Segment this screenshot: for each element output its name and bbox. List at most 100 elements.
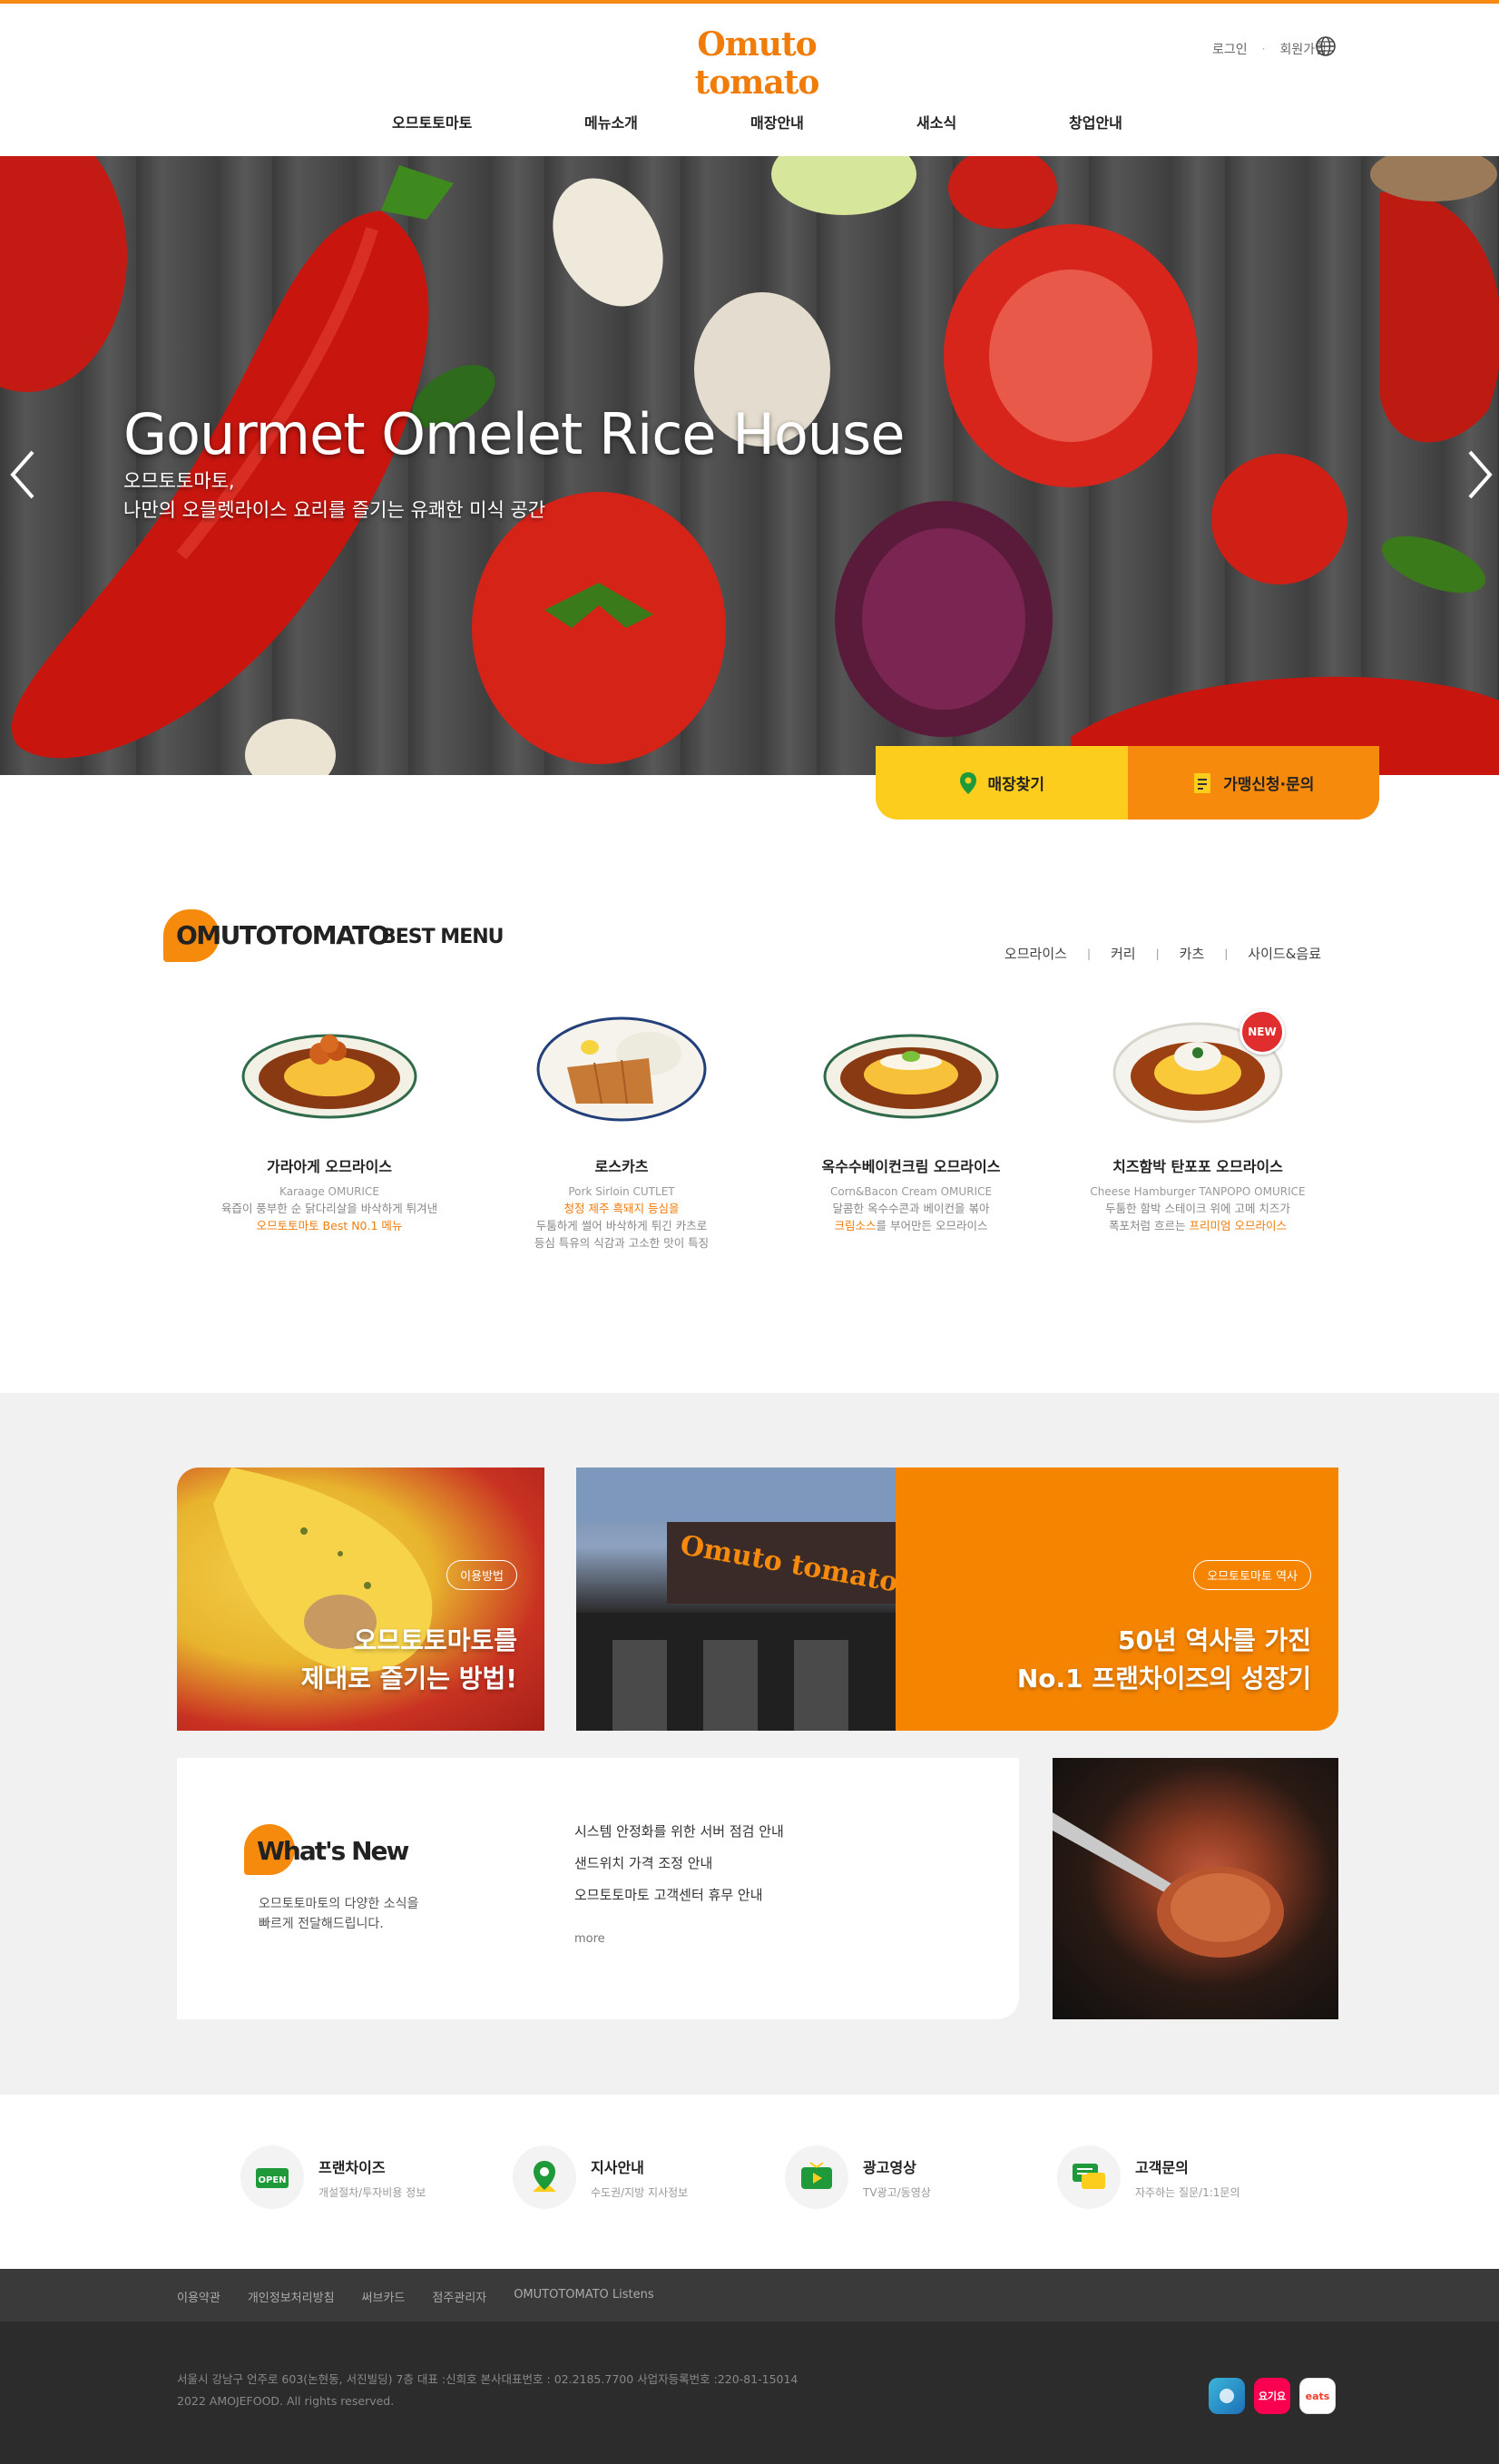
footer-link-listens[interactable]: OMUTOTOMATO Listens xyxy=(514,2288,653,2305)
menu-desc-line: 등심 특유의 식감과 고소한 맛이 특징 xyxy=(534,1236,710,1250)
menu-desc-text: 폭포처럼 흐르는 xyxy=(1109,1219,1190,1232)
whats-new-desc-line1: 오므토토마토의 다양한 소식을 xyxy=(259,1897,419,1911)
service-subtitle: 수도권/지방 지사정보 xyxy=(591,2185,689,2199)
whats-new-title: What's New xyxy=(257,1836,409,1866)
store-finder-button[interactable]: 매장찾기 xyxy=(876,746,1128,820)
main-nav: 오므토토마토 메뉴소개 매장안내 새소식 창업안내 xyxy=(0,111,1499,138)
tab-katsu[interactable]: 카츠 xyxy=(1180,944,1205,963)
hero-banner: Gourmet Omelet Rice House 오므토토마토, 나만의 오믈… xyxy=(0,156,1499,775)
best-menu-tabs: 오므라이스 | 커리 | 카츠 | 사이드&음료 xyxy=(1004,944,1321,963)
next-arrow-icon[interactable] xyxy=(1461,443,1497,506)
yogiyo-app-icon[interactable]: 요기요 xyxy=(1254,2378,1290,2414)
svg-text:OPEN: OPEN xyxy=(258,2175,286,2185)
whats-new-panel: What's New 오므토토마토의 다양한 소식을 빠르게 전달해드립니다. … xyxy=(177,1758,1019,2019)
delivery-app-links: 요기요 eats xyxy=(1209,2378,1336,2414)
history-line1: 50년 역사를 가진 xyxy=(1117,1625,1311,1655)
news-more-link[interactable]: more xyxy=(574,1932,605,1946)
login-link[interactable]: 로그인 xyxy=(1212,40,1248,58)
tab-curry[interactable]: 커리 xyxy=(1111,944,1136,963)
store-finder-label: 매장찾기 xyxy=(987,776,1045,794)
service-subtitle: TV광고/동영상 xyxy=(863,2185,931,2199)
hero-title: Gourmet Omelet Rice House xyxy=(123,401,905,467)
tab-separator: | xyxy=(1155,947,1160,960)
nav-item-franchise[interactable]: 창업안내 xyxy=(1069,111,1122,133)
news-item[interactable]: 샌드위치 가격 조정 안내 xyxy=(574,1853,784,1872)
globe-icon[interactable] xyxy=(1314,34,1337,58)
nav-item-about[interactable]: 오므토토마토 xyxy=(392,111,472,133)
menu-item-cheese-hamburger[interactable]: NEW 치즈함박 탄포포 오므라이스 Cheese Hamburger TANP… xyxy=(1062,1004,1334,1234)
roskatsu-image xyxy=(536,1016,707,1122)
menu-desc-line: 크림소스를 부어만든 오므라이스 xyxy=(775,1217,1047,1234)
map-pin-icon xyxy=(960,771,977,794)
menu-en-name: Pork Sirloin CUTLET xyxy=(568,1185,675,1198)
menu-item-corn-bacon[interactable]: 옥수수베이컨크림 오므라이스 Corn&Bacon Cream OMURICE … xyxy=(775,1004,1047,1234)
service-title: 광고영상 xyxy=(863,2158,916,2176)
delivery-app-icon[interactable] xyxy=(1209,2378,1245,2414)
tab-side-drink[interactable]: 사이드&음료 xyxy=(1248,944,1321,963)
utility-links: 로그인 · 회원가입 xyxy=(1212,40,1363,58)
menu-desc: 육즙이 풍부한 순 닭다리살을 바삭하게 튀겨낸 오므토토마토 Best N0.… xyxy=(193,1200,465,1234)
coupang-eats-icon[interactable]: eats xyxy=(1299,2378,1336,2414)
corn-bacon-omurice-image xyxy=(823,1034,999,1119)
menu-desc-line: 달콤한 옥수수콘과 베이컨을 볶아 xyxy=(832,1202,990,1215)
menu-desc-highlight: 크림소스 xyxy=(834,1219,877,1232)
footer-copyright: 2022 AMOJEFOOD. All rights reserved. xyxy=(177,2394,395,2408)
menu-name: 치즈함박 탄포포 오므라이스 xyxy=(1112,1158,1283,1175)
service-franchise[interactable]: OPEN 프랜차이즈 개설절차/투자비용 정보 xyxy=(240,2145,426,2209)
best-menu-heading: OMUTOTOMATO BEST MENU xyxy=(163,909,526,964)
menu-name: 가라아게 오므라이스 xyxy=(266,1158,393,1175)
brand-logo[interactable]: Omuto tomato xyxy=(639,25,875,102)
footer-link-owner[interactable]: 점주관리자 xyxy=(432,2288,486,2305)
menu-desc: 달콤한 옥수수콘과 베이컨을 볶아 크림소스를 부어만든 오므라이스 xyxy=(775,1200,1047,1234)
menu-item-karaage[interactable]: 가라아게 오므라이스 Karaage OMURICE 육즙이 풍부한 순 닭다리… xyxy=(193,1004,465,1234)
footer-link-card[interactable]: 써브카드 xyxy=(362,2288,406,2305)
best-menu-suffix: BEST MENU xyxy=(381,926,505,948)
menu-en-name: Cheese Hamburger TANPOPO OMURICE xyxy=(1090,1185,1306,1198)
franchise-inquiry-label: 가맹신청·문의 xyxy=(1223,776,1315,794)
footer-link-privacy[interactable]: 개인정보처리방침 xyxy=(248,2288,335,2305)
service-title: 지사안내 xyxy=(591,2158,644,2176)
menu-desc: 두툼한 함박 스테이크 위에 고메 치즈가 폭포처럼 흐르는 프리미엄 오므라이… xyxy=(1062,1200,1334,1234)
menu-name: 로스카츠 xyxy=(594,1158,649,1175)
service-ads[interactable]: 광고영상 TV광고/동영상 xyxy=(785,2145,931,2209)
karaage-omurice-image xyxy=(241,1034,417,1119)
news-item[interactable]: 오므토토마토 고객센터 휴무 안내 xyxy=(574,1885,784,1904)
service-subtitle: 개설절차/투자비용 정보 xyxy=(318,2185,426,2199)
history-line2: No.1 프랜차이즈의 성장기 xyxy=(1016,1664,1311,1693)
footer-address: 서울시 강남구 언주로 603(논현동, 서진빌딩) 7층 대표 :신희호 본사… xyxy=(177,2372,798,2386)
menu-en-name: Corn&Bacon Cream OMURICE xyxy=(829,1185,993,1198)
tab-omurice[interactable]: 오므라이스 xyxy=(1004,944,1067,963)
nav-item-menu[interactable]: 메뉴소개 xyxy=(584,111,638,133)
menu-desc-highlight: 청정 제주 흑돼지 등심을 xyxy=(563,1202,680,1215)
prev-arrow-icon[interactable] xyxy=(5,443,42,506)
footer-link-terms[interactable]: 이용약관 xyxy=(177,2288,220,2305)
menu-name: 옥수수베이컨크림 오므라이스 xyxy=(821,1158,1001,1175)
map-pin-icon xyxy=(513,2145,576,2209)
top-accent-line xyxy=(0,0,1499,4)
tab-separator: | xyxy=(1086,947,1091,960)
how-to-text: 오므토토마토를 제대로 즐기는 방법! xyxy=(301,1622,517,1698)
menu-desc-highlight: 프리미엄 오므라이스 xyxy=(1189,1219,1287,1232)
how-to-line2: 제대로 즐기는 방법! xyxy=(300,1664,517,1693)
footer-info: 서울시 강남구 언주로 603(논현동, 서진빌딩) 7층 대표 :신희호 본사… xyxy=(0,2322,1499,2464)
storefront-sign-image: Omuto tomato xyxy=(576,1468,900,1731)
menu-en-name: Karaage OMURICE xyxy=(279,1185,379,1198)
best-menu-brand: OMUTOTOMATO xyxy=(176,920,389,950)
menu-desc-highlight: 오므토토마토 Best N0.1 메뉴 xyxy=(256,1219,403,1232)
menu-item-roskatsu[interactable]: 로스카츠 Pork Sirloin CUTLET 청정 제주 흑돼지 등심을 두… xyxy=(485,1004,758,1252)
nav-item-stores[interactable]: 매장안내 xyxy=(750,111,804,133)
how-to-enjoy-card[interactable]: 이용방법 오므토토마토를 제대로 즐기는 방법! xyxy=(177,1468,544,1731)
nav-item-news[interactable]: 새소식 xyxy=(916,111,956,133)
menu-desc-line: 두툼한 함박 스테이크 위에 고메 치즈가 xyxy=(1105,1202,1290,1215)
open-sign-icon: OPEN xyxy=(240,2145,304,2209)
franchise-inquiry-button[interactable]: 가맹신청·문의 xyxy=(1127,746,1379,820)
service-title: 고객문의 xyxy=(1135,2158,1189,2176)
history-card[interactable]: Omuto tomato 오므토토마토 역사 50년 역사를 가진 No.1 프… xyxy=(576,1468,1338,1731)
news-item[interactable]: 시스템 안정화를 위한 서버 점검 안내 xyxy=(574,1821,784,1841)
service-inquiry[interactable]: 고객문의 자주하는 질문/1:1문의 xyxy=(1057,2145,1240,2209)
menu-desc-line: 폭포처럼 흐르는 프리미엄 오므라이스 xyxy=(1062,1217,1334,1234)
history-pill: 오므토토마토 역사 xyxy=(1193,1560,1311,1590)
menu-desc-line: 두툼하게 썰어 바삭하게 튀긴 카츠로 xyxy=(535,1219,708,1232)
service-branch[interactable]: 지사안내 수도권/지방 지사정보 xyxy=(513,2145,688,2209)
hero-subtitle-line2: 나만의 오믈렛라이스 요리를 즐기는 유쾌한 미식 공간 xyxy=(123,499,546,521)
